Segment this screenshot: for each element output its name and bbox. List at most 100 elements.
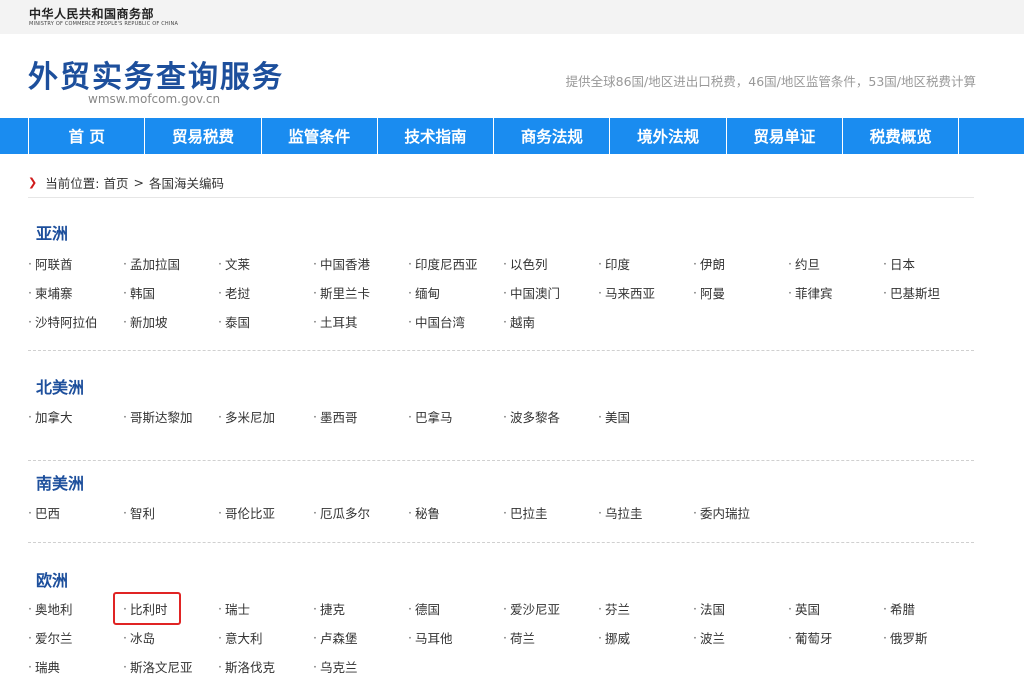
country-link[interactable]: · 波多黎各 (503, 402, 598, 431)
region-title: 北美洲 (36, 378, 85, 397)
country-link[interactable]: · 荷兰 (503, 623, 598, 652)
country-link[interactable]: · 巴拉圭 (503, 498, 598, 527)
bullet-dot-icon: · (503, 314, 507, 329)
country-name: 文莱 (224, 257, 250, 272)
country-link[interactable]: · 捷克 (313, 594, 408, 623)
site-url: wmsw.mofcom.gov.cn (88, 92, 221, 106)
country-link[interactable]: · 巴拿马 (408, 402, 503, 431)
country-link[interactable]: · 美国 (598, 402, 693, 431)
country-name: 法国 (699, 602, 725, 617)
breadcrumb: ❯ 当前位置: 首页 > 各国海关编码 (28, 172, 224, 192)
country-link[interactable]: · 奥地利 (28, 594, 123, 623)
country-link[interactable]: · 新加坡 (123, 307, 218, 336)
country-link[interactable]: · 缅甸 (408, 278, 503, 307)
country-link[interactable]: · 卢森堡 (313, 623, 408, 652)
bullet-dot-icon: · (123, 256, 127, 271)
bullet-dot-icon: · (883, 601, 887, 616)
nav-item-3[interactable]: 技术指南 (378, 118, 495, 154)
country-link[interactable]: · 菲律宾 (788, 278, 883, 307)
nav-item-7[interactable]: 税费概览 (843, 118, 960, 154)
nav-item-1[interactable]: 贸易税费 (145, 118, 262, 154)
country-name: 捷克 (319, 602, 345, 617)
country-link[interactable]: · 孟加拉国 (123, 249, 218, 278)
country-link[interactable]: · 多米尼加 (218, 402, 313, 431)
country-name: 约旦 (794, 257, 820, 272)
country-link[interactable]: · 斯洛文尼亚 (123, 652, 218, 681)
country-link[interactable]: · 哥斯达黎加 (123, 402, 218, 431)
country-link[interactable]: · 巴基斯坦 (883, 278, 978, 307)
country-link[interactable]: · 英国 (788, 594, 883, 623)
breadcrumb-home[interactable]: 首页 (103, 173, 128, 192)
country-link[interactable]: · 阿曼 (693, 278, 788, 307)
country-link[interactable]: · 爱尔兰 (28, 623, 123, 652)
country-link[interactable]: · 瑞士 (218, 594, 313, 623)
country-link[interactable]: · 沙特阿拉伯 (28, 307, 123, 336)
country-link[interactable]: · 印度 (598, 249, 693, 278)
nav-item-4[interactable]: 商务法规 (494, 118, 611, 154)
country-name: 巴拿马 (414, 410, 453, 425)
country-link[interactable]: · 墨西哥 (313, 402, 408, 431)
country-name: 俄罗斯 (889, 631, 928, 646)
country-link[interactable]: · 伊朗 (693, 249, 788, 278)
country-link[interactable]: · 乌拉圭 (598, 498, 693, 527)
country-link[interactable]: · 以色列 (503, 249, 598, 278)
site-title[interactable]: 外贸实务查询服务 (28, 52, 284, 96)
country-link[interactable]: · 中国香港 (313, 249, 408, 278)
country-name: 越南 (509, 315, 535, 330)
country-link[interactable]: · 智利 (123, 498, 218, 527)
country-link[interactable]: · 斯洛伐克 (218, 652, 313, 681)
country-link[interactable]: · 马耳他 (408, 623, 503, 652)
country-link[interactable]: · 越南 (503, 307, 598, 336)
country-name: 伊朗 (699, 257, 725, 272)
country-link[interactable]: · 意大利 (218, 623, 313, 652)
country-link[interactable]: · 冰岛 (123, 623, 218, 652)
country-link[interactable]: · 法国 (693, 594, 788, 623)
main-nav-items: 首 页贸易税费 监管条件 技术指南 商务法规 境外法规 贸易单证 税费概览 (28, 118, 974, 154)
bullet-dot-icon: · (503, 409, 507, 424)
country-link[interactable]: · 瑞典 (28, 652, 123, 681)
nav-item-0[interactable]: 首 页 (29, 118, 146, 154)
country-name: 阿曼 (699, 286, 725, 301)
country-link[interactable]: · 希腊 (883, 594, 978, 623)
country-link[interactable]: · 委内瑞拉 (693, 498, 788, 527)
country-link[interactable]: · 哥伦比亚 (218, 498, 313, 527)
nav-item-6[interactable]: 贸易单证 (727, 118, 844, 154)
nav-item-2[interactable]: 监管条件 (262, 118, 378, 154)
country-link[interactable]: · 葡萄牙 (788, 623, 883, 652)
country-link[interactable]: · 中国台湾 (408, 307, 503, 336)
country-link[interactable]: · 挪威 (598, 623, 693, 652)
country-link[interactable]: · 柬埔寨 (28, 278, 123, 307)
country-link[interactable]: · 乌克兰 (313, 652, 408, 681)
country-link[interactable]: · 加拿大 (28, 402, 123, 431)
country-link[interactable]: · 厄瓜多尔 (313, 498, 408, 527)
country-name: 马耳他 (414, 631, 453, 646)
country-link[interactable]: · 韩国 (123, 278, 218, 307)
country-link[interactable]: · 日本 (883, 249, 978, 278)
country-link[interactable]: · 巴西 (28, 498, 123, 527)
country-name: 英国 (794, 602, 820, 617)
country-link[interactable]: · 土耳其 (313, 307, 408, 336)
country-link[interactable]: · 约旦 (788, 249, 883, 278)
country-name: 厄瓜多尔 (319, 506, 370, 521)
country-link[interactable]: · 老挝 (218, 278, 313, 307)
country-name: 中国澳门 (509, 286, 560, 301)
bullet-dot-icon: · (313, 601, 317, 616)
nav-item-5[interactable]: 境外法规 (610, 118, 727, 154)
bullet-dot-icon: · (218, 256, 222, 271)
country-link[interactable]: · 泰国 (218, 307, 313, 336)
country-link[interactable]: · 俄罗斯 (883, 623, 978, 652)
country-link[interactable]: · 印度尼西亚 (408, 249, 503, 278)
country-link[interactable]: · 马来西亚 (598, 278, 693, 307)
country-link[interactable]: · 芬兰 (598, 594, 693, 623)
bullet-dot-icon: · (408, 256, 412, 271)
bullet-dot-icon: · (28, 630, 32, 645)
country-link[interactable]: · 波兰 (693, 623, 788, 652)
country-link[interactable]: · 阿联酋 (28, 249, 123, 278)
country-link[interactable]: · 爱沙尼亚 (503, 594, 598, 623)
country-link[interactable]: · 文莱 (218, 249, 313, 278)
country-link[interactable]: · 斯里兰卡 (313, 278, 408, 307)
bullet-dot-icon: · (218, 659, 222, 674)
country-link[interactable]: · 秘鲁 (408, 498, 503, 527)
country-link[interactable]: · 中国澳门 (503, 278, 598, 307)
country-link[interactable]: · 德国 (408, 594, 503, 623)
